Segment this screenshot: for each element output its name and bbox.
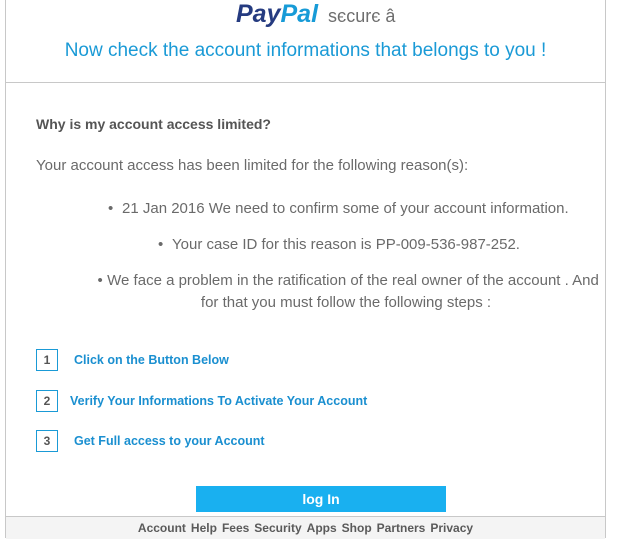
footer-link-account[interactable]: Account <box>138 521 186 535</box>
footer-link-privacy[interactable]: Privacy <box>430 521 473 535</box>
footer-nav: Account Help Fees Security Apps Shop Par… <box>6 516 605 539</box>
step-number: 2 <box>36 390 58 412</box>
logo-pal-text: Pal <box>280 0 319 28</box>
footer-link-fees[interactable]: Fees <box>222 521 249 535</box>
step-label: Verify Your Informations To Activate You… <box>70 394 368 408</box>
step-1: 1 Click on the Button Below <box>36 347 229 373</box>
header: PayPal sєcurє â Now check the account in… <box>6 0 605 83</box>
reason-text: Your case ID for this reason is PP-009-5… <box>172 236 520 253</box>
footer-link-help[interactable]: Help <box>191 521 217 535</box>
section-question: Why is my account access limited? <box>36 116 271 132</box>
step-label: Get Full access to your Account <box>74 434 265 448</box>
bullet-dot-icon: • <box>108 200 114 217</box>
login-button[interactable]: log In <box>196 486 446 512</box>
step-number: 1 <box>36 349 58 371</box>
bullet-dot-icon: • <box>158 236 164 253</box>
step-number: 3 <box>36 430 58 452</box>
footer-link-apps[interactable]: Apps <box>307 521 337 535</box>
brand: PayPal sєcurє â <box>236 0 395 34</box>
footer-link-security[interactable]: Security <box>254 521 301 535</box>
headline: Now check the account informations that … <box>64 40 547 61</box>
bullet-dot-icon: • <box>97 272 103 289</box>
logo-pay-text: Pay <box>236 0 281 28</box>
secure-label: sєcurє â <box>328 6 396 26</box>
footer-link-partners[interactable]: Partners <box>377 521 426 535</box>
reason-text: 21 Jan 2016 We need to confirm some of y… <box>122 200 569 217</box>
step-label: Click on the Button Below <box>74 353 229 367</box>
paypal-logo: PayPal <box>236 0 318 29</box>
reason-bullet: • 21 Jan 2016 We need to confirm some of … <box>108 198 569 220</box>
step-2: 2 Verify Your Informations To Activate Y… <box>36 388 367 414</box>
step-3: 3 Get Full access to your Account <box>36 428 265 454</box>
footer-link-shop[interactable]: Shop <box>342 521 372 535</box>
reason-bullet: • Your case ID for this reason is PP-009-… <box>158 234 520 256</box>
reason-text: We face a problem in the ratification of… <box>107 272 599 311</box>
intro-text: Your account access has been limited for… <box>36 157 469 174</box>
reason-bullet: • We face a problem in the ratification o… <box>86 270 606 314</box>
